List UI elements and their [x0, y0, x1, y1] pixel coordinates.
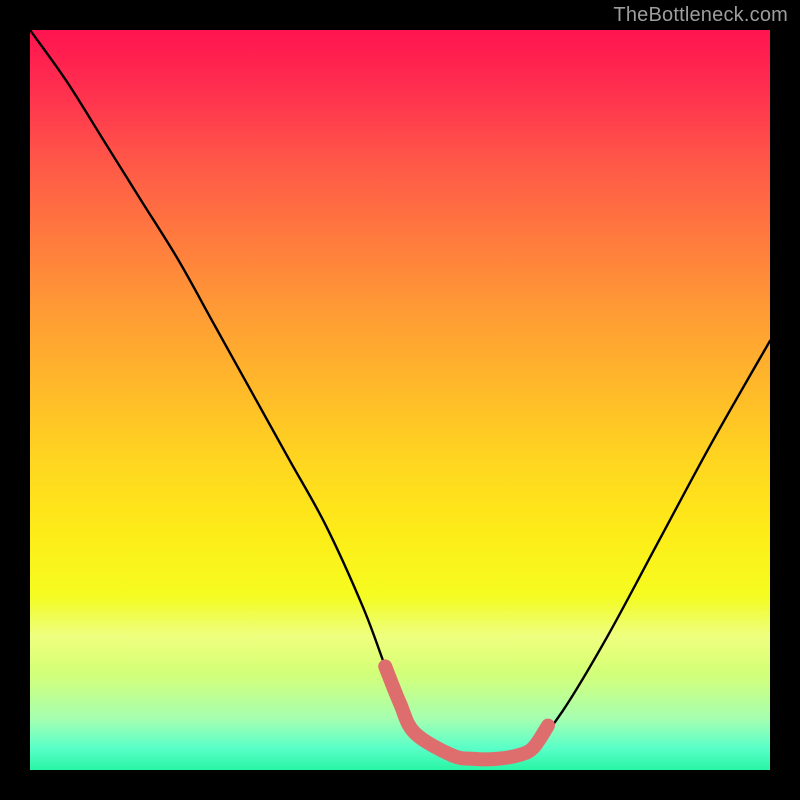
chart-plot-area: [30, 30, 770, 770]
chart-outer-frame: TheBottleneck.com: [0, 0, 800, 800]
chart-svg: [30, 30, 770, 770]
optimal-zone-path: [385, 666, 548, 759]
bottleneck-curve-path: [30, 30, 770, 759]
watermark-label: TheBottleneck.com: [613, 4, 788, 27]
